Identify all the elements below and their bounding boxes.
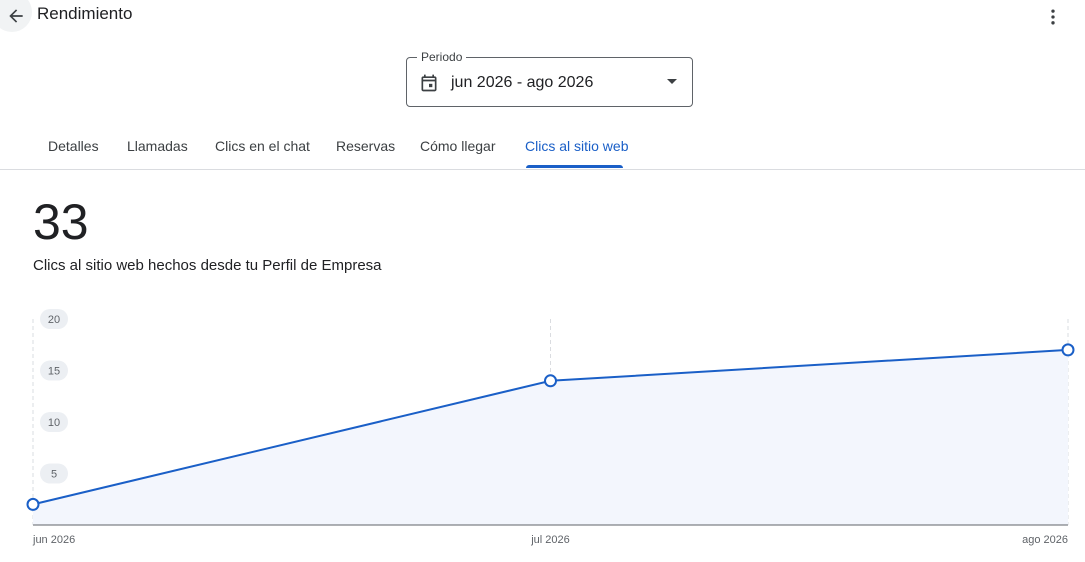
x-tick-label: ago 2026 <box>1022 534 1068 546</box>
y-tick-label: 10 <box>48 417 60 429</box>
tab-detalles[interactable]: Detalles <box>48 138 99 168</box>
arrow-back-icon <box>9 9 23 23</box>
period-label: Periodo <box>417 50 467 64</box>
more-vert-icon <box>1051 9 1055 25</box>
data-point <box>26 497 40 511</box>
tab-clics-chat[interactable]: Clics en el chat <box>215 138 310 168</box>
back-button[interactable] <box>0 0 32 32</box>
total-count: 33 <box>33 194 89 250</box>
website-clicks-chart: 5 10 15 20 jun 2026 jul 2026 ago 2026 <box>26 309 1075 546</box>
x-tick-label: jun 2026 <box>32 534 75 546</box>
y-tick-label: 5 <box>51 469 57 481</box>
metric-description: Clics al sitio web hechos desde tu Perfi… <box>33 257 382 274</box>
data-point <box>1061 343 1075 357</box>
x-tick-label: jul 2026 <box>530 534 570 546</box>
data-point <box>544 374 557 388</box>
tab-llamadas[interactable]: Llamadas <box>127 138 188 168</box>
tab-reservas[interactable]: Reservas <box>336 138 395 168</box>
y-tick-label: 20 <box>48 314 60 326</box>
period-select[interactable]: Periodo jun 2026 - ago 2026 <box>406 50 693 107</box>
calendar-icon <box>421 74 437 92</box>
tab-como-llegar[interactable]: Cómo llegar <box>420 138 495 168</box>
more-options-button[interactable] <box>1040 4 1066 30</box>
page-title: Rendimiento <box>37 4 133 23</box>
tab-bar: Detalles Llamadas Clics en el chat Reser… <box>0 128 1085 170</box>
active-tab-indicator <box>526 165 623 168</box>
tab-clics-sitio-web[interactable]: Clics al sitio web <box>525 138 628 168</box>
arrow-drop-down-icon <box>667 79 677 84</box>
y-tick-label: 15 <box>48 366 60 378</box>
period-value: jun 2026 - ago 2026 <box>451 74 594 91</box>
